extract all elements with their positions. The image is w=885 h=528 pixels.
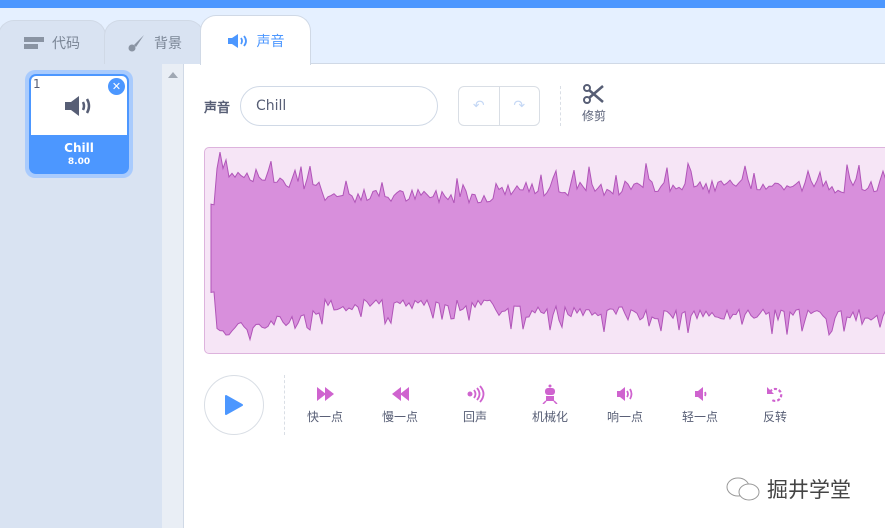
divider: [284, 375, 285, 435]
play-button[interactable]: [204, 375, 264, 435]
sound-name-input[interactable]: [240, 86, 438, 126]
watermark-text: 掘井学堂: [767, 478, 851, 502]
slower-icon: [392, 387, 409, 401]
effect-button-softer[interactable]: 轻一点: [675, 384, 725, 425]
brush-icon: [128, 34, 144, 51]
effect-button-echo[interactable]: 回声: [450, 384, 500, 425]
tab-backdrops[interactable]: 背景: [104, 20, 204, 64]
softer-icon: [695, 387, 707, 401]
effect-label: 反转: [762, 410, 787, 424]
wechat-icon: [726, 477, 760, 501]
tab-sounds[interactable]: 声音: [200, 15, 311, 65]
tab-code[interactable]: 代码: [0, 20, 106, 64]
sound-name-label: 声音: [204, 101, 231, 116]
echo-icon: [467, 385, 485, 403]
effect-button-faster[interactable]: 快一点: [300, 384, 350, 425]
effect-button-slower[interactable]: 慢一点: [375, 384, 425, 425]
waveform-display[interactable]: [204, 147, 885, 354]
speaker-icon: [227, 33, 247, 48]
tab-label: 声音: [256, 33, 285, 50]
effect-button-reverse[interactable]: 反转: [750, 384, 800, 425]
effect-label: 机械化: [531, 410, 568, 424]
scrollbar[interactable]: [162, 64, 184, 528]
scroll-up-arrow-icon[interactable]: [168, 72, 178, 78]
trim-label: 修剪: [581, 109, 606, 123]
waveform-shape: [210, 152, 885, 342]
scissors-icon: [583, 84, 604, 104]
redo-icon: ↷: [513, 98, 526, 114]
sound-duration: 8.00: [67, 157, 91, 167]
tab-label: 代码: [52, 35, 80, 52]
undo-icon: ↶: [472, 98, 485, 114]
play-icon: [225, 395, 243, 415]
sound-index: 1: [33, 77, 41, 91]
sound-item-chill[interactable]: 1 ✕ Chill 8.00: [25, 70, 133, 178]
effect-button-robot[interactable]: 机械化: [525, 384, 575, 425]
undo-button[interactable]: ↶: [459, 87, 500, 125]
effect-button-louder[interactable]: 响一点: [600, 384, 650, 425]
effect-label: 快一点: [306, 410, 343, 424]
code-blocks-icon: [24, 36, 44, 49]
faster-icon: [317, 387, 334, 401]
redo-button[interactable]: ↷: [500, 87, 540, 125]
louder-icon: [617, 387, 633, 401]
undo-redo-group: ↶ ↷: [458, 86, 540, 126]
delete-icon[interactable]: ✕: [108, 78, 125, 95]
reverse-icon: [767, 387, 783, 403]
menu-bar: [0, 0, 885, 8]
effect-label: 轻一点: [681, 410, 718, 424]
watermark: 掘井学堂: [725, 474, 851, 504]
speaker-icon: [65, 95, 91, 116]
robot-icon: [542, 384, 558, 404]
effect-label: 回声: [462, 410, 487, 424]
effect-label: 慢一点: [381, 410, 418, 424]
divider: [560, 86, 561, 126]
sound-name: Chill: [64, 141, 94, 155]
trim-button[interactable]: 修剪: [574, 84, 614, 124]
tab-label: 背景: [154, 35, 182, 52]
waveform: [210, 152, 885, 342]
effect-label: 响一点: [606, 410, 643, 424]
tab-strip: 代码 背景 声音: [0, 8, 885, 65]
